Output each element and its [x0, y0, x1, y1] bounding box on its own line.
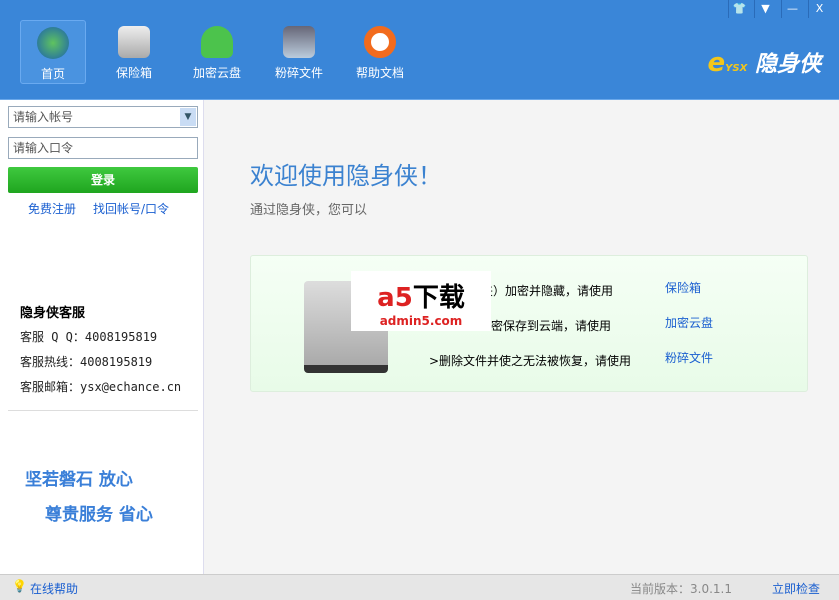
nav-label: 加密云盘	[192, 66, 241, 80]
welcome-subtitle: 通过隐身侠，您可以	[250, 203, 368, 218]
register-link[interactable]: 免费注册	[28, 200, 76, 217]
recover-link[interactable]: 找回帐号/口令	[93, 200, 169, 217]
feature-text: >删除文件并使之无法被恢复，请使用	[429, 354, 632, 368]
nav-cloud[interactable]: 加密云盘	[184, 20, 250, 84]
status-bar: 💡 在线帮助 当前版本：3.0.1.1 立即检查	[0, 574, 839, 600]
nav-label: 帮助文档	[355, 66, 404, 80]
nav-shredder[interactable]: 粉碎文件	[266, 20, 332, 84]
nav-home[interactable]: 首页	[20, 20, 86, 84]
close-button[interactable]: X	[808, 0, 830, 18]
version-text: 当前版本：3.0.1.1	[630, 582, 732, 596]
globe-icon	[37, 27, 69, 59]
watermark: a5下载 admin5.com	[351, 271, 491, 331]
shredder-icon	[283, 26, 315, 58]
sidebar: 请输入帐号 ▼ 请输入口令 登录 免费注册 找回帐号/口令 隐身侠客服 客服 Q…	[0, 100, 204, 574]
nav-safe[interactable]: 保险箱	[101, 20, 167, 84]
account-input[interactable]: 请输入帐号 ▼	[8, 106, 198, 128]
safe-link[interactable]: 保险箱	[665, 279, 701, 296]
lightbulb-icon: 💡	[12, 579, 27, 593]
login-button[interactable]: 登录	[8, 167, 198, 193]
skin-button[interactable]: 👕	[728, 0, 750, 18]
nav-label: 首页	[40, 67, 65, 81]
service-title: 隐身侠客服	[20, 306, 86, 321]
cloud-link[interactable]: 加密云盘	[665, 314, 713, 331]
feature-panel: 夹）加密并隐藏，请使用 密保存到云端，请使用 >删除文件并使之无法被恢复，请使用…	[250, 255, 808, 392]
shredder-link[interactable]: 粉碎文件	[665, 349, 713, 366]
service-email: 客服邮箱：ysx@echance.cn	[20, 380, 182, 394]
slogan: 坚若磐石 放心	[25, 470, 133, 490]
nav-help[interactable]: 帮助文档	[347, 20, 413, 84]
main-content: 欢迎使用隐身侠！ 通过隐身侠，您可以 夹）加密并隐藏，请使用 密保存到云端，请使…	[205, 100, 839, 574]
lifebuoy-icon	[364, 26, 396, 58]
welcome-title: 欢迎使用隐身侠！	[250, 162, 442, 190]
feature-text: 密保存到云端，请使用	[491, 319, 612, 333]
service-hotline: 客服热线：4008195819	[20, 355, 153, 369]
online-help-link[interactable]: 在线帮助	[30, 580, 78, 597]
chevron-down-icon[interactable]: ▼	[180, 108, 196, 126]
header-bar: 👕 ▼ — X 首页 保险箱 加密云盘 粉碎文件 帮助文档 eYSX 隐身侠	[0, 0, 839, 100]
nav-label: 保险箱	[115, 66, 152, 80]
slogan: 尊贵服务 省心	[45, 505, 153, 525]
password-input[interactable]: 请输入口令	[8, 137, 198, 159]
cloud-icon	[201, 26, 233, 58]
nav-label: 粉碎文件	[274, 66, 323, 80]
menu-button[interactable]: ▼	[754, 0, 776, 18]
feature-text: 夹）加密并隐藏，请使用	[481, 284, 614, 298]
divider	[8, 410, 198, 411]
safe-icon	[118, 26, 150, 58]
minimize-button[interactable]: —	[781, 0, 803, 18]
check-update-link[interactable]: 立即检查	[772, 580, 820, 597]
service-qq: 客服 Q Q：4008195819	[20, 330, 158, 344]
app-logo: eYSX 隐身侠	[707, 48, 821, 78]
